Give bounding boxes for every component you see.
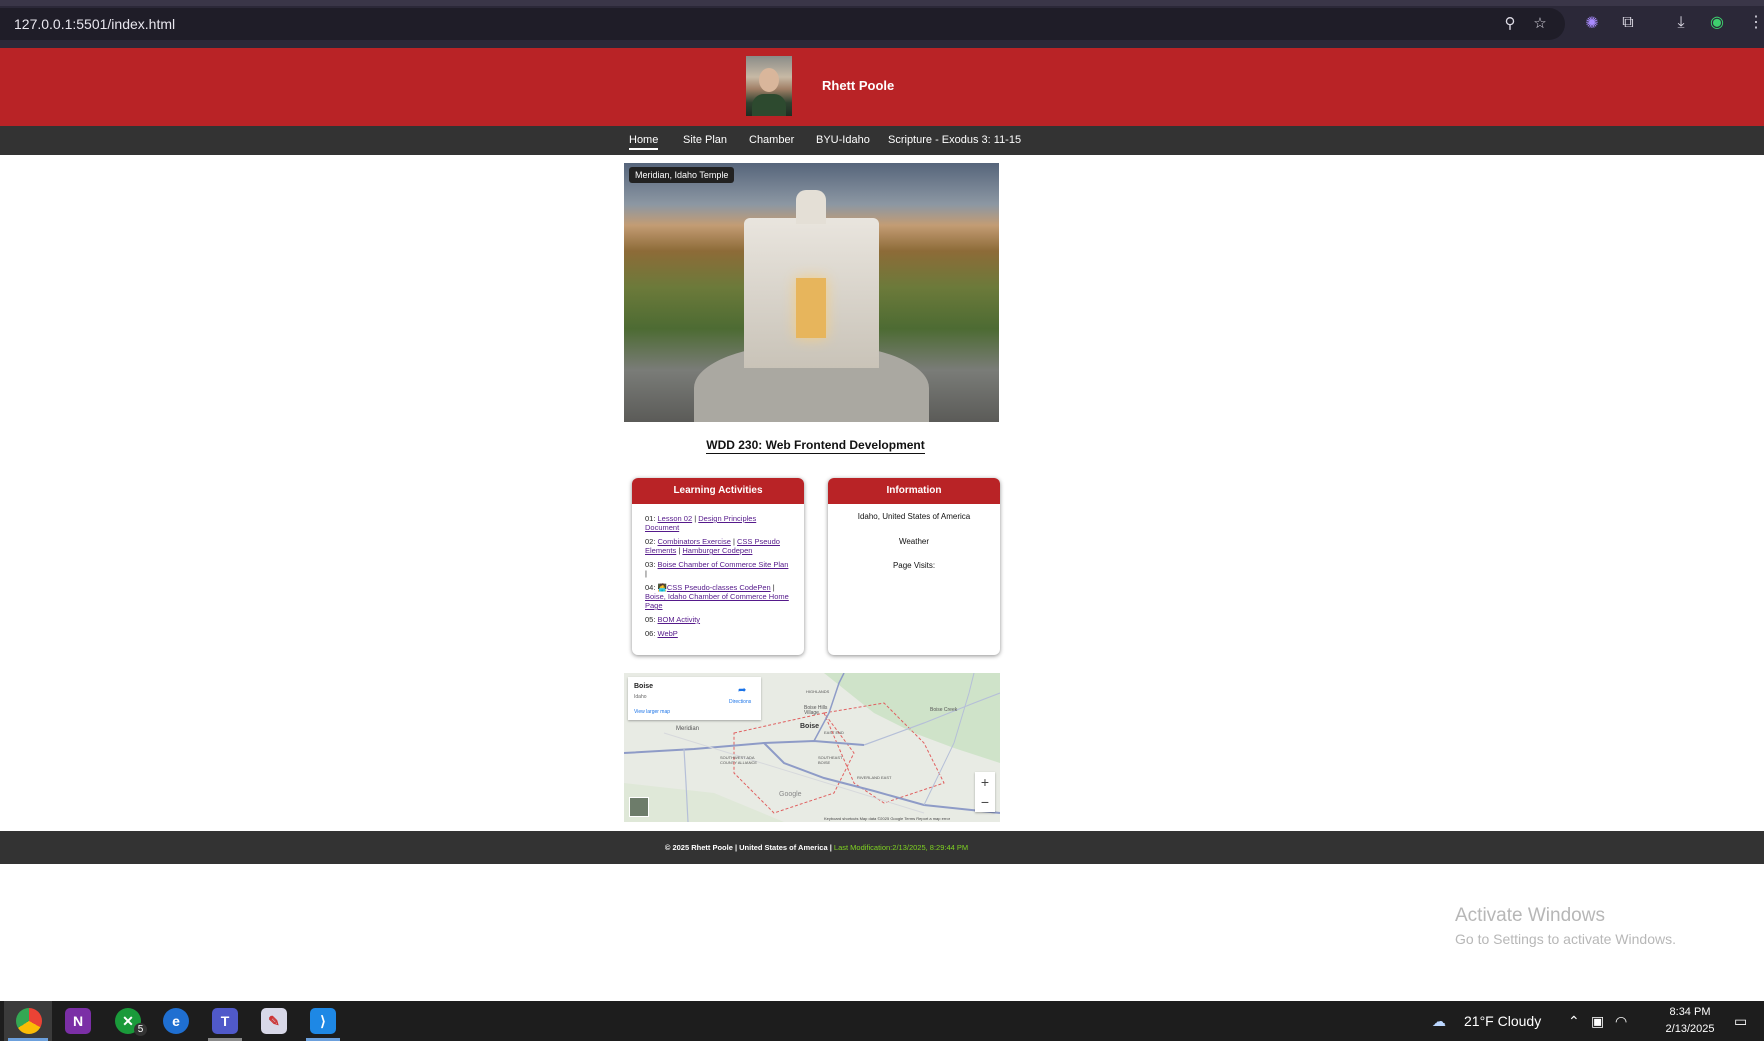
weather-text: Weather [898, 537, 930, 546]
nav-site-plan[interactable]: Site Plan [683, 134, 727, 146]
last-modified: Last Modification:2/13/2025, 8:29:44 PM [833, 843, 969, 852]
profile-icon[interactable]: ◉ [1706, 12, 1728, 34]
address-bar[interactable]: 127.0.0.1:5501/index.html ⚲ ☆ [0, 8, 1565, 40]
menu-dots-icon[interactable]: ⋮ [1745, 12, 1764, 34]
view-larger-map-link[interactable]: View larger map [634, 709, 670, 715]
wifi-icon[interactable]: ◠ [1615, 1013, 1627, 1030]
combinators-link[interactable]: Combinators Exercise [658, 537, 731, 546]
list-item: 04: 🧑‍💻CSS Pseudo-classes CodePen | Bois… [645, 583, 789, 610]
learning-activities-title: Learning Activities [632, 478, 804, 504]
temple-hero-image: Meridian, Idaho Temple [624, 163, 999, 422]
list-item: 03: Boise Chamber of Commerce Site Plan … [645, 560, 789, 578]
activate-windows-watermark: Activate Windows Go to Settings to activ… [1455, 905, 1676, 947]
chamber-home-page-link[interactable]: Boise, Idaho Chamber of Commerce Home Pa… [645, 592, 789, 610]
lesson-02-link[interactable]: Lesson 02 [658, 514, 693, 523]
site-footer: © 2025 Rhett Poole | United States of Am… [0, 831, 1764, 864]
list-item: 01: Lesson 02 | Design Principles Docume… [645, 514, 757, 532]
clock-date: 2/13/2025 [1665, 1023, 1715, 1035]
tab-strip [0, 0, 1764, 6]
map-label: RIVERLAND EAST [857, 775, 892, 780]
teams-icon[interactable]: T [212, 1008, 238, 1034]
list-item: 06: WebP [645, 629, 678, 638]
bom-activity-link[interactable]: BOM Activity [658, 615, 701, 624]
map-label: Meridian [676, 726, 700, 732]
edge-dev-icon[interactable]: e [163, 1008, 189, 1034]
main-nav: Home Site Plan Chamber BYU-Idaho Scriptu… [0, 126, 1764, 155]
map-label: Boise Hills Village [804, 705, 828, 716]
xbox-badge: 5 [134, 1023, 147, 1036]
chamber-site-plan-link[interactable]: Boise Chamber of Commerce Site Plan [658, 560, 789, 569]
map-label: Boise [800, 723, 820, 730]
directions-icon[interactable]: ➦ [738, 685, 746, 696]
map-label: Boise Creek [930, 707, 958, 713]
watermark-subtitle: Go to Settings to activate Windows. [1455, 931, 1676, 947]
avatar [746, 56, 792, 116]
map-place-name: Boise [634, 683, 654, 690]
extensions-icon[interactable]: ⧉ [1617, 12, 1639, 34]
emoji-icon: 🧑‍💻 [657, 583, 667, 592]
meet-icon[interactable]: ▣ [1591, 1013, 1604, 1030]
map-label: HIGHLANDS [806, 689, 830, 694]
extension-puzzle-icon[interactable]: ✺ [1581, 13, 1603, 35]
map-label: EAST END [824, 730, 844, 735]
taskbar-clock[interactable]: 8:34 PM 2/13/2025 [1655, 1004, 1725, 1038]
watermark-title: Activate Windows [1455, 905, 1605, 926]
page-visits-text: Page Visits: [892, 561, 936, 570]
weather-icon[interactable]: ☁ [1432, 1013, 1446, 1030]
hero-caption: Meridian, Idaho Temple [629, 167, 735, 183]
temple-building [744, 190, 879, 368]
zoom-in-button[interactable]: + [975, 772, 995, 792]
bookmark-star-icon[interactable]: ☆ [1530, 14, 1550, 34]
vscode-icon[interactable]: ⟩ [310, 1008, 336, 1034]
map-zoom-control: + − [975, 772, 995, 812]
chrome-icon[interactable] [16, 1008, 42, 1034]
webp-link[interactable]: WebP [658, 629, 678, 638]
tray-chevron-icon[interactable]: ⌃ [1568, 1013, 1580, 1030]
information-title: Information [828, 478, 1000, 504]
url-text[interactable]: 127.0.0.1:5501/index.html [14, 16, 175, 32]
windows-taskbar: N ✕ 5 e T ✎ ⟩ ☁ 21°F Cloudy ⌃ ▣ ◠ 8:34 P… [0, 1001, 1764, 1041]
zoom-icon[interactable]: ⚲ [1500, 14, 1520, 34]
map-attribution: Keyboard shortcuts Map data ©2025 Google… [824, 816, 951, 821]
map-place-region: Idaho [634, 694, 647, 700]
site-owner-name: Rhett Poole [822, 78, 895, 93]
google-logo: Google [779, 791, 802, 798]
notification-icon[interactable]: ▭ [1734, 1013, 1747, 1030]
site-header: Rhett Poole [0, 48, 1764, 126]
clock-time: 8:34 PM [1669, 1006, 1711, 1018]
nav-byu-idaho[interactable]: BYU-Idaho [816, 134, 870, 146]
nav-home[interactable]: Home [629, 134, 659, 150]
google-map[interactable]: Meridian Boise HIGHLANDS Boise Hills Vil… [624, 673, 1000, 822]
weather-text[interactable]: 21°F Cloudy [1464, 1013, 1541, 1029]
paint-icon[interactable]: ✎ [261, 1008, 287, 1034]
browser-toolbar: 127.0.0.1:5501/index.html ⚲ ☆ ✺ ⧉ ⤓ ◉ ⋮ [0, 0, 1764, 48]
nav-scripture[interactable]: Scripture - Exodus 3: 11-15 [888, 134, 1021, 146]
map-place-card: Boise Idaho View larger map ➦ Directions [628, 677, 761, 720]
satellite-toggle[interactable] [629, 797, 649, 817]
course-title: WDD 230: Web Frontend Development [706, 438, 925, 454]
nav-chamber[interactable]: Chamber [749, 134, 794, 146]
css-pseudo-classes-link[interactable]: CSS Pseudo-classes CodePen [667, 583, 771, 592]
location-text: Idaho, United States of America [857, 512, 971, 521]
list-item: 02: Combinators Exercise | CSS Pseudo El… [645, 537, 780, 555]
onenote-icon[interactable]: N [65, 1008, 91, 1034]
download-icon[interactable]: ⤓ [1670, 12, 1692, 34]
map-label: SOUTHWEST ADA COUNTY ALLIANCE [720, 755, 758, 765]
map-label: SOUTHEAST BOISE [818, 755, 843, 765]
list-item: 05: BOM Activity [645, 615, 701, 624]
zoom-out-button[interactable]: − [975, 792, 995, 812]
footer-text: © 2025 Rhett Poole | United States of Am… [664, 843, 969, 852]
learning-activities-card: Learning Activities 01: Lesson 02 | Desi… [632, 478, 804, 655]
directions-link[interactable]: Directions [729, 699, 751, 705]
information-card: Information Idaho, United States of Amer… [828, 478, 1000, 655]
activities-list: 01: Lesson 02 | Design Principles Docume… [632, 504, 804, 638]
hamburger-codepen-link[interactable]: Hamburger Codepen [682, 546, 752, 555]
